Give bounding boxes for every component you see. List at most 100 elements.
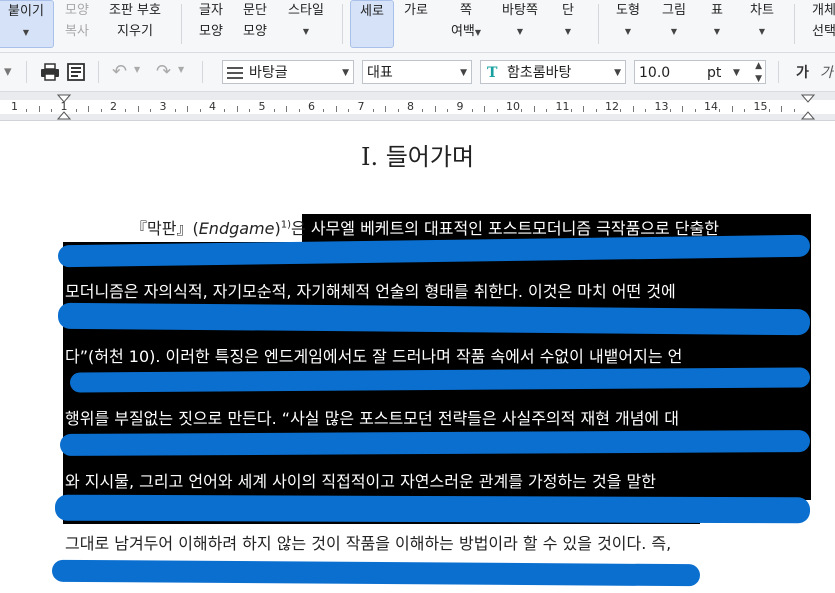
paste-label: 붙이기 bbox=[8, 4, 44, 19]
toolbar-separator bbox=[98, 61, 99, 83]
picture-button[interactable]: 그림 ▼ bbox=[654, 0, 694, 48]
chevron-down-icon[interactable]: ▼ bbox=[178, 65, 184, 74]
ruler-tick bbox=[323, 109, 325, 112]
ruler-tick bbox=[125, 109, 127, 112]
line1-highlighted: 사무엘 베케트의 대표적인 포스트모더니즘 극작품으로 단출한 bbox=[305, 219, 719, 238]
ruler-tick bbox=[273, 109, 275, 112]
paragraph-style-icon bbox=[227, 67, 243, 79]
char-shape-label-1: 글자 bbox=[199, 3, 223, 18]
line1-italic: Endgame bbox=[198, 219, 275, 238]
font-value: 함초롬바탕 bbox=[507, 65, 572, 81]
ruler-tick bbox=[150, 109, 152, 112]
footnote-marker[interactable]: 1) bbox=[281, 220, 291, 231]
portrait-button[interactable]: 세로 bbox=[350, 0, 394, 48]
line1-mid: 은 bbox=[291, 219, 306, 238]
ruler-label: 12 bbox=[605, 100, 619, 113]
ruler-label: 3 bbox=[159, 100, 167, 113]
chevron-down-icon[interactable]: ▼ bbox=[134, 65, 140, 74]
chart-label: 차트 bbox=[750, 3, 774, 18]
formatting-toolbar: ▾ ↶ ▼ ↷ ▼ 바탕글 ▼ 대표 ▼ T 함초롬바탕 ▼ 10.0 pt ▼… bbox=[0, 53, 835, 92]
chevron-down-icon[interactable]: ▼ bbox=[0, 22, 53, 43]
paragraph-line-3: 모더니즘은 자의식적, 자기모순적, 자기해체적 언술의 형태를 취한다. 이것… bbox=[65, 282, 676, 301]
ruler-tick bbox=[174, 109, 176, 112]
spin-down-icon[interactable]: ▼ bbox=[755, 67, 762, 91]
ruler-label: 13 bbox=[654, 100, 669, 113]
ruler-tick bbox=[199, 109, 201, 112]
chevron-down-icon[interactable]: ▼ bbox=[614, 61, 621, 85]
print-icon[interactable] bbox=[40, 63, 60, 81]
chart-button[interactable]: 차트 ▼ bbox=[742, 0, 782, 48]
table-button[interactable]: 표 ▼ bbox=[702, 0, 732, 48]
ruler-tick bbox=[348, 109, 350, 112]
paste-button[interactable]: 붙이기 ▼ bbox=[0, 0, 54, 48]
ruler-tick bbox=[731, 106, 733, 112]
clear-marks-label-1: 조판 부호 bbox=[109, 3, 161, 18]
bold-button[interactable]: 가 bbox=[796, 62, 809, 82]
style-value: 바탕글 bbox=[249, 65, 288, 81]
shape-button[interactable]: 도형 ▼ bbox=[608, 0, 648, 48]
font-size-combo[interactable]: 10.0 pt ▼ ▲ ▼ bbox=[634, 60, 766, 84]
line1-prefix: 『막판』( bbox=[131, 219, 199, 238]
undo-icon[interactable]: ↶ bbox=[112, 61, 127, 82]
object-select-button[interactable]: 개체 선택 bbox=[804, 0, 835, 48]
chevron-down-icon[interactable]: ▼ bbox=[494, 21, 546, 42]
chevron-down-icon[interactable]: ▼ bbox=[554, 21, 582, 42]
preview-icon[interactable] bbox=[67, 63, 85, 81]
ruler-label: 5 bbox=[258, 100, 266, 113]
ruler-tick bbox=[224, 109, 226, 112]
clear-marks-label-2: 지우기 bbox=[117, 24, 153, 39]
ruler-tick bbox=[137, 106, 139, 112]
chevron-down-icon[interactable]: ▼ bbox=[654, 21, 694, 42]
chevron-down-icon[interactable]: ▼ bbox=[475, 28, 481, 37]
ruler-tick bbox=[645, 109, 647, 112]
chevron-down-icon[interactable]: ▼ bbox=[460, 61, 467, 85]
margins-button[interactable]: 쪽 여백▼ bbox=[444, 0, 488, 48]
style-label: 스타일 bbox=[288, 3, 324, 18]
object-select-label-2: 선택 bbox=[812, 24, 835, 39]
ruler-tick bbox=[187, 106, 189, 112]
ruler-tick bbox=[533, 106, 535, 112]
page-bg-button[interactable]: 바탕쪽 ▼ bbox=[494, 0, 546, 48]
format-copy-button[interactable]: 모양 복사 bbox=[58, 0, 96, 48]
chevron-down-icon[interactable]: ▼ bbox=[280, 21, 332, 42]
redo-icon[interactable]: ↷ bbox=[156, 61, 171, 82]
language-combo[interactable]: 대표 ▼ bbox=[362, 60, 472, 84]
para-shape-label-2: 모양 bbox=[243, 24, 267, 39]
ruler-tick bbox=[632, 106, 634, 112]
toolbar-separator bbox=[202, 61, 203, 83]
ruler-tick bbox=[434, 106, 436, 112]
indent-marker-icon[interactable] bbox=[57, 94, 71, 120]
right-margin-marker-icon[interactable] bbox=[801, 94, 815, 120]
chevron-down-icon[interactable]: ▼ bbox=[733, 61, 740, 85]
horizontal-ruler[interactable]: 1 1 2 3 4 5 6 7 8 9 10 11 12 13 14 15 bbox=[0, 92, 835, 121]
style-button[interactable]: 스타일 ▼ bbox=[280, 0, 332, 48]
ruler-tick bbox=[397, 109, 399, 112]
chevron-down-icon[interactable]: ▾ bbox=[4, 62, 12, 80]
ruler-label: 4 bbox=[209, 100, 216, 113]
chevron-down-icon[interactable]: ▼ bbox=[342, 61, 349, 85]
ruler-tick bbox=[484, 106, 486, 112]
ruler-tick bbox=[286, 106, 288, 112]
char-shape-button[interactable]: 글자 모양 bbox=[192, 0, 230, 48]
style-combo[interactable]: 바탕글 ▼ bbox=[222, 60, 354, 84]
paragraph-line-1: 『막판』(Endgame)1)은 사무엘 베케트의 대표적인 포스트모더니즘 극… bbox=[131, 219, 719, 238]
table-label: 표 bbox=[711, 3, 723, 18]
font-combo[interactable]: T 함초롬바탕 ▼ bbox=[480, 60, 626, 84]
ribbon-separator bbox=[598, 4, 599, 44]
paragraph-line-9: 와 지시물, 그리고 언어와 세계 사이의 직접적이고 자연스러운 관계를 가정… bbox=[65, 472, 656, 491]
portrait-label: 세로 bbox=[360, 4, 384, 19]
italic-button[interactable]: 가 bbox=[820, 62, 833, 82]
clear-marks-button[interactable]: 조판 부호 지우기 bbox=[100, 0, 170, 48]
para-shape-button[interactable]: 문단 모양 bbox=[236, 0, 274, 48]
toolbar-separator bbox=[778, 61, 779, 83]
chevron-down-icon[interactable]: ▼ bbox=[702, 21, 732, 42]
ruler-label: 1 bbox=[11, 100, 18, 113]
chevron-down-icon[interactable]: ▼ bbox=[608, 21, 648, 42]
chevron-down-icon[interactable]: ▼ bbox=[742, 21, 782, 42]
columns-button[interactable]: 단 ▼ bbox=[554, 0, 582, 48]
ruler-tick bbox=[496, 109, 498, 112]
ruler-tick bbox=[385, 106, 387, 112]
ruler-tick bbox=[471, 109, 473, 112]
ruler-tick bbox=[583, 106, 585, 112]
landscape-button[interactable]: 가로 bbox=[396, 0, 436, 48]
